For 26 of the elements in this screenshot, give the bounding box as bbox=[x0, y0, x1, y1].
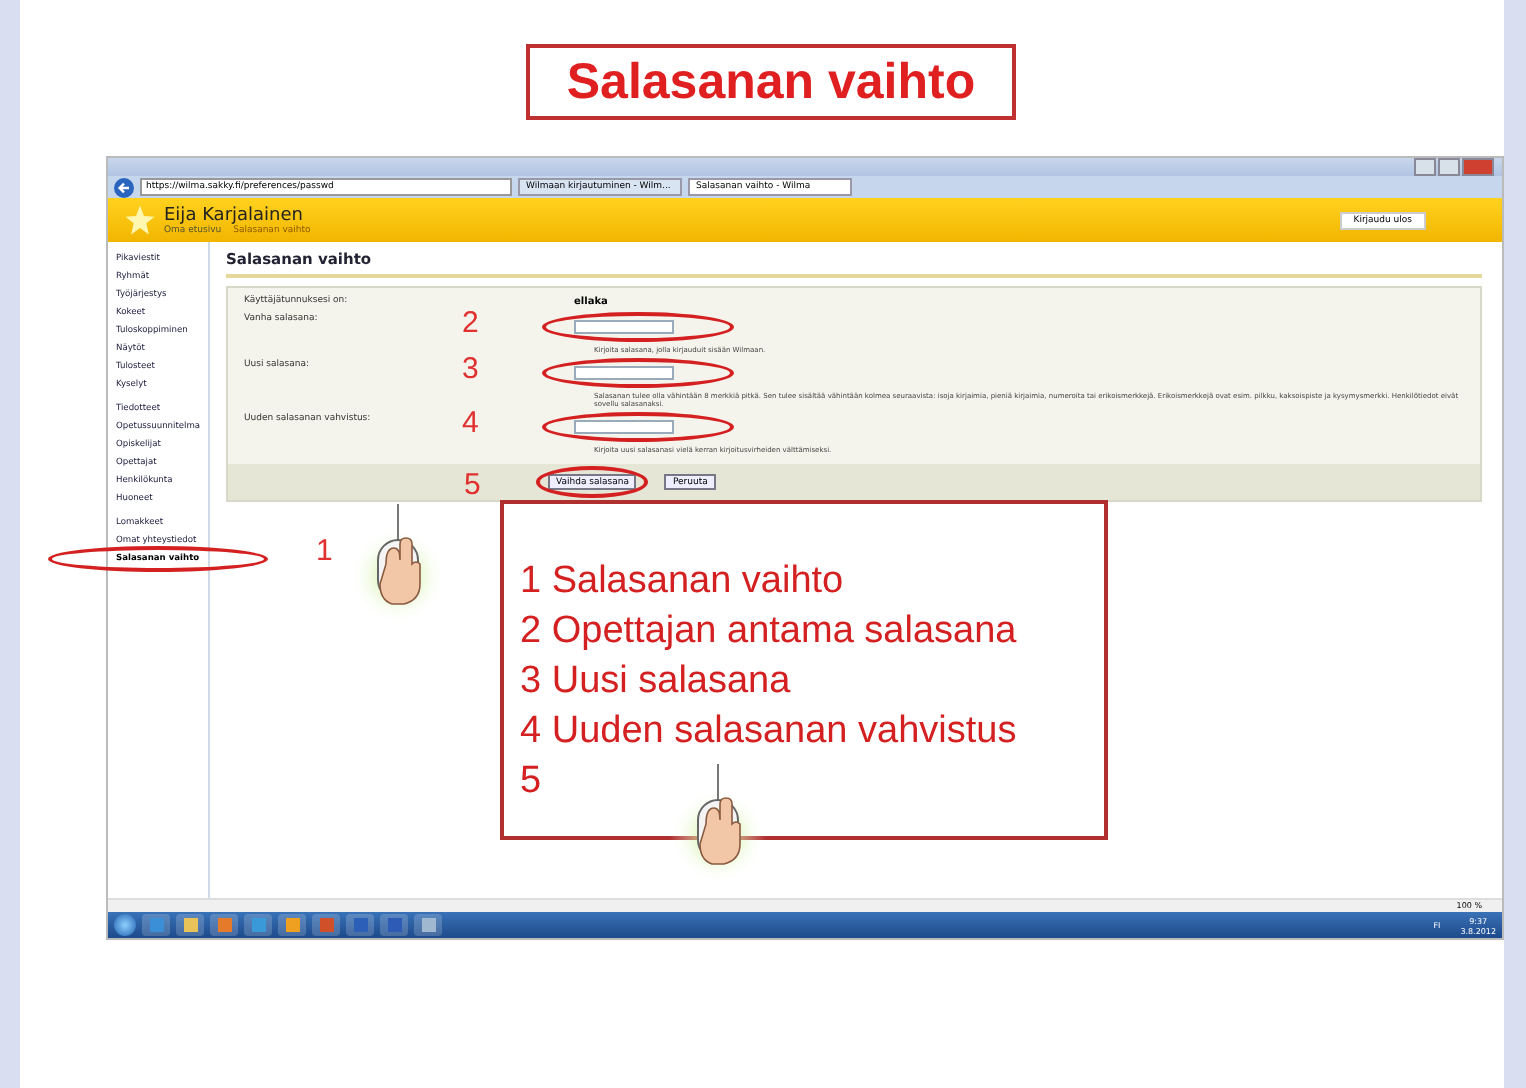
taskbar-app-icon[interactable] bbox=[346, 914, 374, 936]
step-number: 4 bbox=[462, 408, 479, 440]
step-number: 1 bbox=[316, 536, 333, 568]
note-line: 2 Opettajan antama salasana bbox=[520, 608, 1019, 656]
taskbar-app-icon[interactable] bbox=[244, 914, 272, 936]
note-line: 1 Salasanan vaihto bbox=[520, 558, 846, 606]
step-number: 3 bbox=[462, 354, 479, 386]
taskbar-app-icon[interactable] bbox=[278, 914, 306, 936]
start-icon[interactable] bbox=[114, 914, 136, 936]
password-field[interactable] bbox=[574, 366, 674, 380]
taskbar-app-icon[interactable] bbox=[210, 914, 238, 936]
note-line: 5 bbox=[520, 758, 544, 806]
taskbar-app-icon[interactable] bbox=[414, 914, 442, 936]
note-line: 3 Uusi salasana bbox=[520, 658, 793, 706]
taskbar-app-icon[interactable] bbox=[312, 914, 340, 936]
password-field[interactable] bbox=[574, 420, 674, 434]
back-icon[interactable] bbox=[114, 177, 134, 197]
star-icon bbox=[124, 204, 156, 236]
password-field[interactable] bbox=[574, 320, 674, 334]
taskbar-app-icon[interactable] bbox=[380, 914, 408, 936]
step-number: 2 bbox=[462, 308, 479, 340]
step-number: 5 bbox=[464, 470, 481, 502]
user-name: Eija Karjalainen bbox=[164, 205, 305, 225]
note-line: 4 Uuden salasanan vahvistus bbox=[520, 708, 1019, 756]
taskbar-app-icon[interactable] bbox=[176, 914, 204, 936]
slide-title: Salasanan vaihto bbox=[526, 44, 1016, 120]
